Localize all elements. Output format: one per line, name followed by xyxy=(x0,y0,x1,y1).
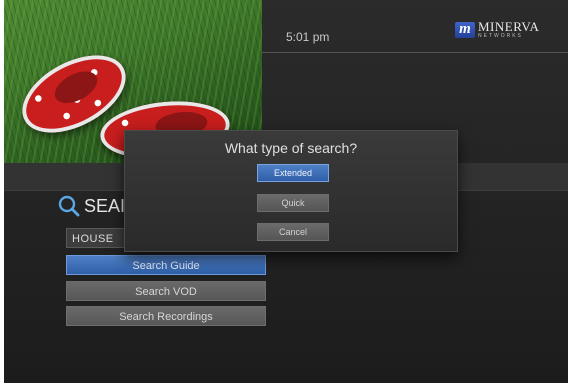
search-heading: SEAI xyxy=(58,195,125,217)
clock-time: 5:01 pm xyxy=(286,30,330,44)
search-vod-button[interactable]: Search VOD xyxy=(66,281,266,301)
search-icon xyxy=(58,195,80,217)
minerva-logo: m MINERVA NETWORKS xyxy=(455,20,539,39)
search-recordings-button[interactable]: Search Recordings xyxy=(66,306,266,326)
quick-button[interactable]: Quick xyxy=(257,194,329,212)
search-type-dialog: What type of search? Extended Quick Canc… xyxy=(124,130,458,252)
search-title: SEAI xyxy=(84,195,126,216)
logo-name: MINERVA xyxy=(478,19,540,34)
search-guide-button[interactable]: Search Guide xyxy=(66,255,266,275)
dialog-title: What type of search? xyxy=(224,140,358,156)
logo-mark: m xyxy=(455,21,475,38)
tv-guide-screen: 5:01 pm m MINERVA NETWORKS SEAI HOUSE Se… xyxy=(4,0,568,383)
logo-subtitle: NETWORKS xyxy=(478,33,523,39)
cancel-button[interactable]: Cancel xyxy=(257,223,329,241)
header-divider xyxy=(262,52,568,53)
extended-button[interactable]: Extended xyxy=(257,164,329,182)
